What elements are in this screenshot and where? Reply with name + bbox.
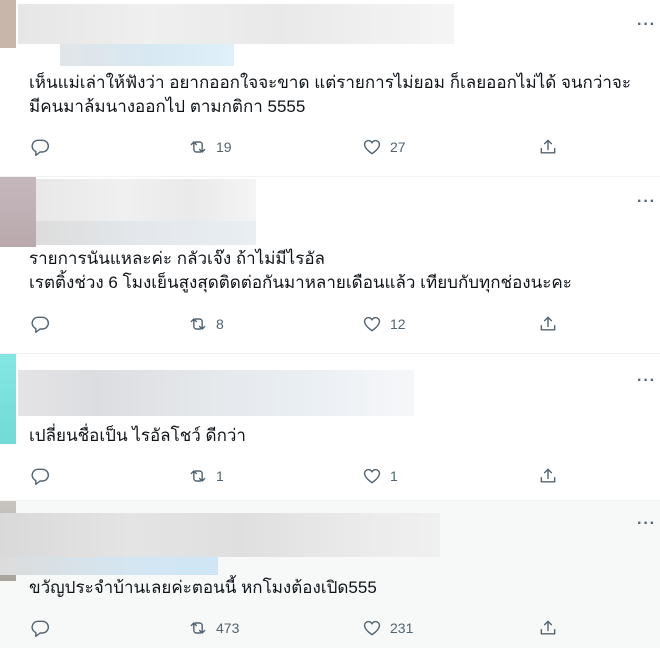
more-options-icon[interactable]: ··· [637, 193, 656, 211]
retweet-icon [190, 622, 206, 634]
reply-tweet-4[interactable]: ··· ขวัญประจำบ้านเลยค่ะตอนนี้ หกโมงต้องเ… [0, 501, 660, 648]
retweet-icon [190, 141, 206, 153]
retweet-button[interactable]: 473 [188, 616, 239, 640]
like-count: 12 [390, 316, 406, 332]
blurred-username [18, 4, 454, 44]
reply-icon [31, 139, 50, 157]
retweet-icon [190, 470, 206, 482]
action-bar: 8 12 [0, 312, 660, 336]
retweet-count: 8 [216, 316, 224, 332]
reply-icon [31, 316, 50, 334]
share-icon [540, 468, 556, 483]
reply-button[interactable] [30, 464, 50, 488]
blurred-username [36, 179, 256, 221]
avatar[interactable] [0, 0, 16, 48]
like-button[interactable]: 1 [362, 464, 398, 488]
action-bar: 1 1 [0, 464, 660, 488]
share-button[interactable] [538, 464, 558, 488]
retweet-button[interactable]: 1 [188, 464, 224, 488]
tweet-text: รายการนันแหละค่ะ กลัวเจ๊ง ถ้าไม่มีไรอัล … [29, 249, 572, 292]
reply-icon [31, 468, 50, 486]
action-bar: 473 231 [0, 616, 660, 640]
like-button[interactable]: 12 [362, 312, 406, 336]
heart-icon [363, 468, 381, 484]
reply-icon [31, 620, 50, 638]
blurred-handle [0, 557, 218, 575]
share-button[interactable] [538, 135, 558, 159]
share-button[interactable] [538, 312, 558, 336]
heart-icon [363, 620, 381, 636]
reply-tweet-2[interactable]: ··· รายการนันแหละค่ะ กลัวเจ๊ง ถ้าไม่มีไร… [0, 177, 660, 353]
avatar[interactable] [0, 354, 16, 444]
blurred-handle [60, 44, 234, 66]
like-count: 1 [390, 468, 398, 484]
like-count: 27 [390, 139, 406, 155]
share-icon [540, 139, 556, 154]
tweet-text: เห็นแม่เล่าให้ฟังว่า อยากออกใจจะขาด แต่ร… [29, 73, 632, 116]
more-options-icon[interactable]: ··· [637, 372, 656, 390]
reply-button[interactable] [30, 312, 50, 336]
reply-button[interactable] [30, 616, 50, 640]
reply-tweet-1[interactable]: ··· เห็นแม่เล่าให้ฟังว่า อยากออกใจจะขาด … [0, 0, 660, 176]
like-count: 231 [390, 620, 414, 636]
reply-tweet-3[interactable]: ··· เปลี่ยนชื่อเป็น ไรอัลโชว์ ดีกว่า 1 1 [0, 354, 660, 500]
blurred-handle [36, 221, 256, 245]
retweet-count: 473 [216, 620, 240, 636]
heart-icon [363, 316, 381, 332]
blurred-username [0, 513, 440, 557]
more-options-icon[interactable]: ··· [637, 515, 656, 533]
reply-button[interactable] [30, 135, 50, 159]
tweet-text: ขวัญประจำบ้านเลยค่ะตอนนี้ หกโมงต้องเปิด5… [29, 578, 377, 597]
avatar[interactable] [0, 177, 36, 247]
share-icon [540, 316, 556, 331]
retweet-count: 19 [216, 139, 232, 155]
blurred-username [18, 370, 414, 416]
share-icon [540, 620, 556, 635]
retweet-button[interactable]: 19 [188, 135, 232, 159]
more-options-icon[interactable]: ··· [637, 16, 656, 34]
action-bar: 19 27 [0, 135, 660, 159]
like-button[interactable]: 27 [362, 135, 406, 159]
share-button[interactable] [538, 616, 558, 640]
heart-icon [363, 139, 381, 155]
retweet-count: 1 [216, 468, 224, 484]
retweet-icon [190, 318, 206, 330]
retweet-button[interactable]: 8 [188, 312, 224, 336]
like-button[interactable]: 231 [362, 616, 413, 640]
tweet-text: เปลี่ยนชื่อเป็น ไรอัลโชว์ ดีกว่า [29, 426, 246, 445]
